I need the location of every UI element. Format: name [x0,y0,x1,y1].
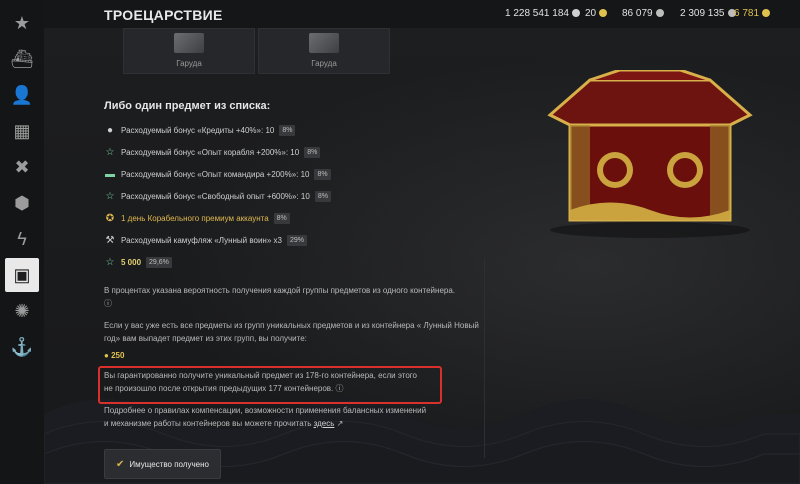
probability-badge: 8% [304,146,321,158]
probability-badge: 8% [314,168,331,180]
item-thumbnail [174,33,204,53]
check-icon: ✔ [116,458,125,470]
free-xp-star-icon: ☆ [105,256,115,268]
star-icon[interactable]: ★ [5,6,39,40]
free-xp-counter: 2 309 135 [680,8,736,19]
highlight-annotation [98,366,442,404]
credits-counter: 1 228 541 184 [505,8,580,19]
page-title: ТРОЕЦАРСТВИЕ [104,7,223,23]
probability-note: В процентах указана вероятность получени… [104,286,456,308]
tools-icon[interactable]: ✖ [5,150,39,184]
item-card[interactable]: Гаруда [123,28,255,74]
info-icon[interactable]: ⓘ [104,299,112,308]
list-item: ☆ Расходуемый бонус «Опыт корабля +200%»… [104,145,321,159]
commander-xp-bonus-icon: ▬ [105,168,115,180]
item-card[interactable]: Гаруда [258,28,390,74]
divider [484,258,485,458]
premium-account-icon: ✪ [105,212,115,224]
camouflage-icon: ⚒ [105,234,115,246]
compensation-note: Если у вас уже есть все предметы из груп… [104,321,479,343]
details-note: Подробнее о правилах компенсации, возмож… [104,406,427,428]
probability-badge: 8% [279,124,296,136]
armory-icon[interactable]: ⬢ [5,186,39,220]
external-link-icon[interactable]: ↗ [337,419,344,428]
clan-emblem-icon[interactable]: ⚓ [5,330,39,364]
compensation-reward: ● 250 [104,351,125,360]
left-nav-rail: ★ ⛴ 👤 ▦ ✖ ⬢ ϟ ▣ ✺ ⚓ [0,0,45,484]
lightning-icon[interactable]: ϟ [5,222,39,256]
list-item: ▬ Расходуемый бонус «Опыт командира +200… [104,167,331,181]
gear-flower-icon[interactable]: ✺ [5,294,39,328]
details-link[interactable]: здесь [314,419,335,428]
ship-xp-counter: 86 079 [622,8,664,19]
items-received-button[interactable]: ✔ Имущество получено [104,449,221,479]
ship-xp-icon [655,9,664,17]
containers-icon[interactable]: ▣ [5,258,39,292]
commander-icon[interactable]: 👤 [5,78,39,112]
doubloon-icon [762,9,771,17]
list-heading: Либо один предмет из списка: [104,100,271,112]
list-item: ● Расходуемый бонус «Кредиты +40%»: 10 8… [104,123,296,137]
container-chest-image [547,70,753,238]
ship-icon[interactable]: ⛴ [5,42,39,76]
item-thumbnail [309,33,339,53]
doubloons-counter: 6 781 [734,8,771,19]
list-item: ☆ 5 000 29,6% [104,255,172,269]
probability-badge: 29,6% [146,256,172,268]
ship-xp-bonus-icon: ☆ [105,146,115,158]
probability-badge: 8% [273,212,290,224]
doubloon-icon: ● [104,351,109,360]
item-card-label: Гаруда [176,59,202,68]
list-item: ☆ Расходуемый бонус «Свободный опыт +600… [104,189,331,203]
port-icon[interactable]: ▦ [5,114,39,148]
probability-badge: 29% [286,234,307,246]
list-item: ✪ 1 день Корабельного премиум аккаунта 8… [104,211,290,225]
item-card-label: Гаруда [311,59,337,68]
premium-coin-icon [599,9,608,17]
credits-icon [571,9,580,17]
premium-counter: 20 [585,8,608,19]
credits-bonus-icon: ● [106,124,114,136]
probability-badge: 8% [314,190,331,202]
free-xp-bonus-icon: ☆ [105,190,115,202]
list-item: ⚒ Расходуемый камуфляж «Лунный воин» x3 … [104,233,307,247]
